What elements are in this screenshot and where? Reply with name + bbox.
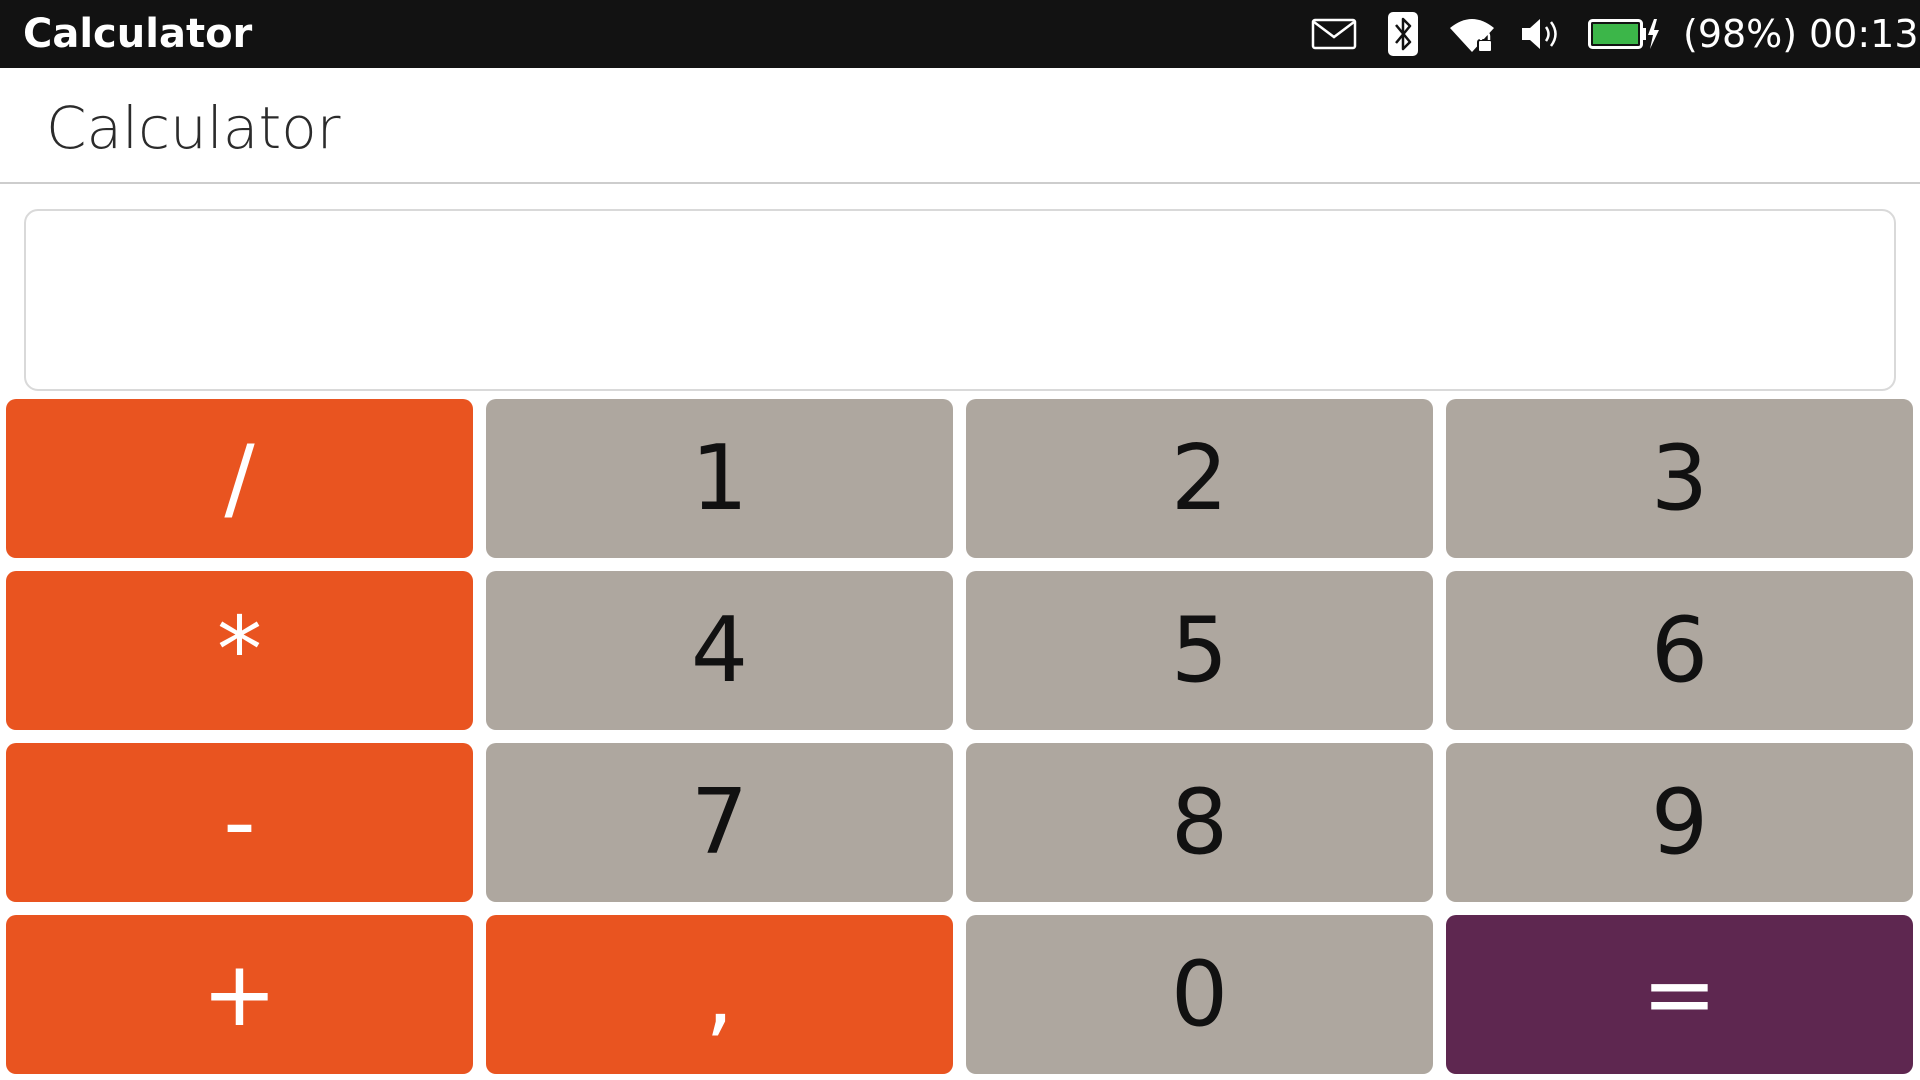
mail-icon[interactable]	[1310, 14, 1358, 54]
clock-time: 00:13	[1809, 12, 1919, 56]
key-label: -	[223, 769, 256, 875]
digit-5-key[interactable]: 5	[966, 571, 1433, 730]
battery-percent: (98%)	[1683, 12, 1798, 56]
digit-8-key[interactable]: 8	[966, 743, 1433, 902]
key-label: 5	[1170, 597, 1229, 703]
key-label: 4	[690, 597, 749, 703]
multiply-key[interactable]: *	[6, 571, 473, 730]
digit-3-key[interactable]: 3	[1446, 399, 1913, 558]
key-label: 3	[1650, 425, 1709, 531]
key-label: ,	[705, 941, 734, 1047]
status-app-title: Calculator	[23, 11, 253, 57]
key-label: *	[217, 597, 262, 703]
app-header: Calculator	[0, 68, 1920, 184]
key-label: 1	[690, 425, 749, 531]
digit-2-key[interactable]: 2	[966, 399, 1433, 558]
key-label: =	[1641, 941, 1718, 1047]
divide-key[interactable]: /	[6, 399, 473, 558]
subtract-key[interactable]: -	[6, 743, 473, 902]
status-bar: Calculator (98%) 00:13	[0, 0, 1920, 68]
key-label: 9	[1650, 769, 1709, 875]
digit-0-key[interactable]: 0	[966, 915, 1433, 1074]
key-label: +	[201, 941, 278, 1047]
digit-9-key[interactable]: 9	[1446, 743, 1913, 902]
key-label: 0	[1170, 941, 1229, 1047]
key-label: 7	[690, 769, 749, 875]
volume-icon[interactable]	[1520, 14, 1564, 54]
digit-4-key[interactable]: 4	[486, 571, 953, 730]
key-label: /	[224, 425, 255, 531]
add-key[interactable]: +	[6, 915, 473, 1074]
decimal-comma-key[interactable]: ,	[486, 915, 953, 1074]
wifi-icon[interactable]	[1448, 14, 1496, 54]
battery-icon[interactable]	[1588, 14, 1660, 54]
bluetooth-icon[interactable]	[1388, 12, 1418, 56]
key-label: 6	[1650, 597, 1709, 703]
digit-1-key[interactable]: 1	[486, 399, 953, 558]
digit-7-key[interactable]: 7	[486, 743, 953, 902]
battery-level-fill	[1593, 24, 1638, 44]
key-label: 8	[1170, 769, 1229, 875]
equals-key[interactable]: =	[1446, 915, 1913, 1074]
key-label: 2	[1170, 425, 1229, 531]
page-title: Calculator	[46, 94, 341, 162]
digit-6-key[interactable]: 6	[1446, 571, 1913, 730]
calculator-display[interactable]	[24, 209, 1896, 391]
